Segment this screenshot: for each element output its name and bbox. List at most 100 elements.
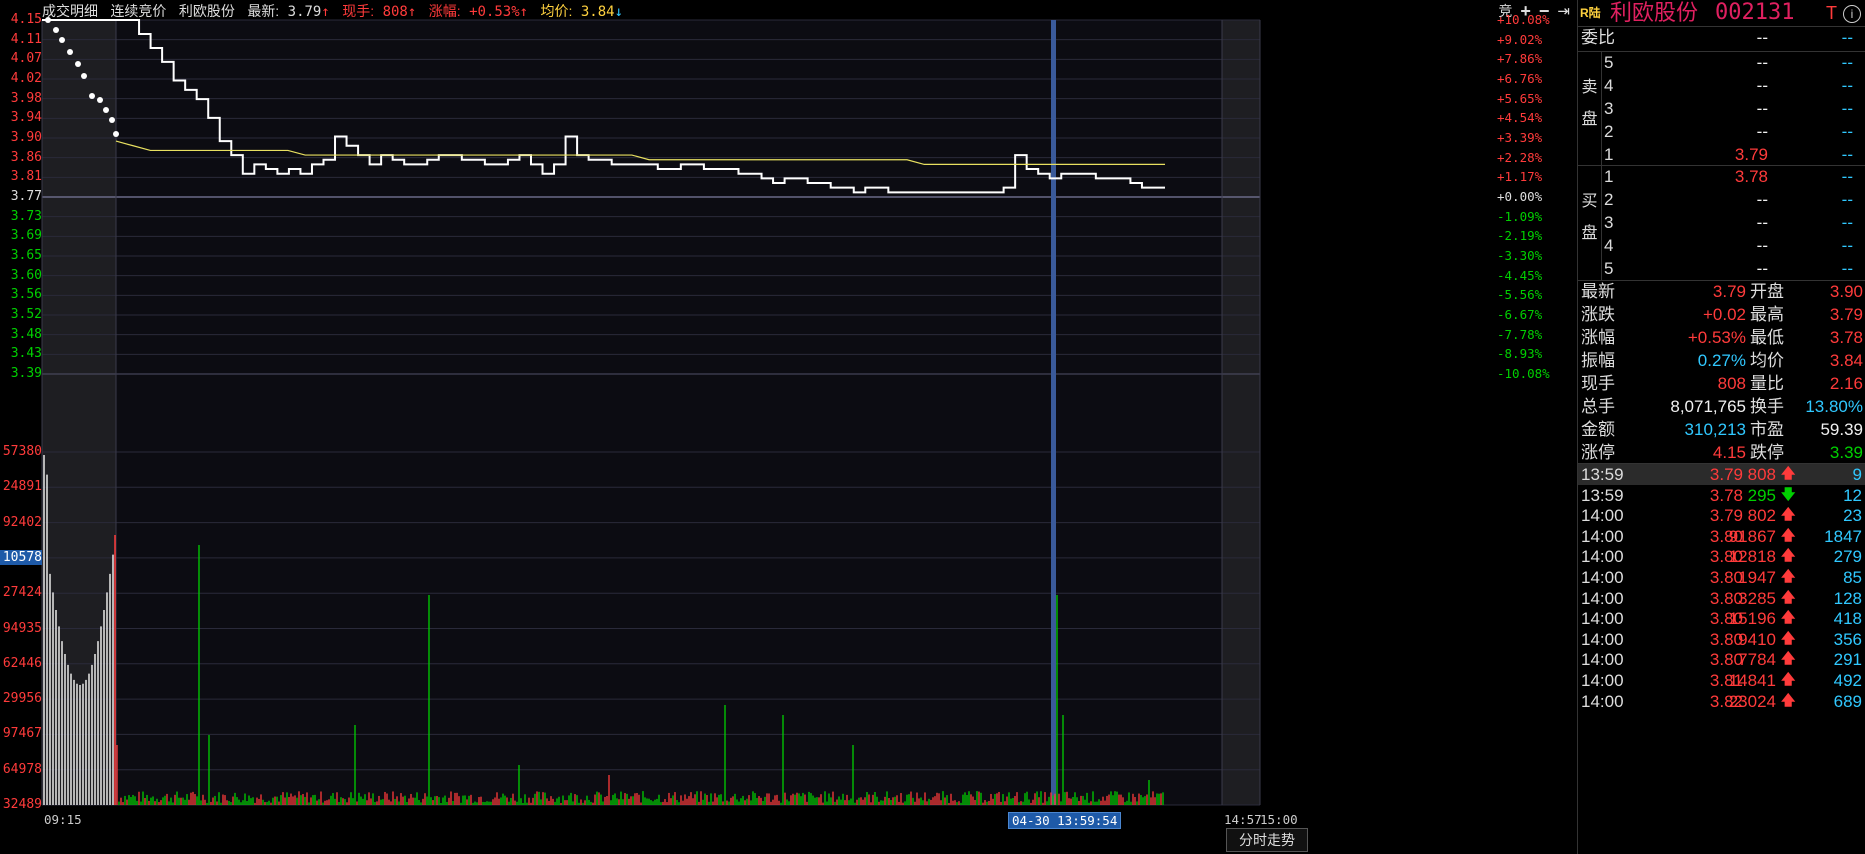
- info-icon[interactable]: i: [1843, 5, 1861, 23]
- buy-level-price: --: [1756, 213, 1768, 232]
- volume-tick-label: 27424: [2, 585, 42, 601]
- trade-volume: 23024: [1728, 691, 1776, 711]
- sell-level-price: --: [1756, 76, 1768, 95]
- price-tick-label: 3.39: [10, 366, 42, 381]
- trade-row[interactable]: 14:00 3.80 12818 🡅 279: [1578, 546, 1865, 567]
- up-arrow-icon: 🡅: [1781, 589, 1796, 606]
- buy-orderbook: 买盘 1 3.78 -- 2 -- -- 3 -- -- 4 -- -- 5 -- --: [1578, 165, 1865, 280]
- intraday-chart-panel[interactable]: 成交明细 连续竞价 利欧股份 最新: 3.79↑ 现手: 808↑ 涨幅: +0…: [0, 0, 1577, 854]
- trade-row[interactable]: 14:00 3.80 15196 🡅 418: [1578, 608, 1865, 629]
- trade-volume: 295: [1747, 485, 1776, 505]
- stat-label: 涨停: [1581, 443, 1615, 462]
- trade-row[interactable]: 14:00 3.80 7784 🡅 291: [1578, 649, 1865, 670]
- volume-tick-label: 29956: [2, 691, 42, 707]
- trade-row[interactable]: 14:00 3.81 14841 🡅 492: [1578, 670, 1865, 691]
- tab-intraday-trend[interactable]: 分时走势: [1226, 828, 1308, 852]
- price-tick-label: 3.52: [10, 307, 42, 322]
- trade-row[interactable]: 14:00 3.80 91867 🡅 1847: [1578, 526, 1865, 547]
- trade-row[interactable]: 14:00 3.80 9410 🡅 356: [1578, 629, 1865, 650]
- trade-time: 14:00: [1581, 691, 1624, 711]
- volume-tick-label: 57380: [2, 444, 42, 459]
- sell-level-number: 2: [1604, 122, 1614, 141]
- tick-trades-list[interactable]: 13:59 3.79 808 🡅 9 13:59 3.78 295 🡇 12 14:00 3.79 80…: [1578, 464, 1865, 854]
- percent-tick-label: +7.86%: [1497, 51, 1543, 67]
- buy-level-volume: --: [1841, 190, 1853, 209]
- trade-row[interactable]: 14:00 3.79 802 🡅 23: [1578, 505, 1865, 526]
- price-tick-label: 3.90: [10, 130, 42, 145]
- trade-time: 14:00: [1581, 609, 1624, 629]
- weibi-diff: --: [1841, 28, 1853, 47]
- percent-tick-label: +5.65%: [1497, 90, 1543, 106]
- buy-level-volume: --: [1841, 236, 1853, 255]
- auction-dot: [89, 93, 95, 99]
- stat-label: 总手: [1581, 397, 1615, 416]
- up-arrow-icon: 🡅: [1781, 610, 1796, 627]
- volume-tick-label: 94935: [2, 620, 42, 636]
- quote-side-panel: R陆 利欧股份 002131 T i 委比 -- -- 卖盘 5 -- -- 4 -- --…: [1577, 0, 1865, 854]
- trade-volume: 91867: [1728, 526, 1776, 546]
- sell-orderbook: 卖盘 5 -- -- 4 -- -- 3 -- -- 2 -- -- 1 3.79 --: [1578, 51, 1865, 166]
- buy-level-price: 3.78: [1734, 167, 1768, 186]
- buy-level-price: --: [1756, 259, 1768, 278]
- auction-dot: [113, 131, 119, 137]
- percent-tick-label: -7.78%: [1497, 326, 1543, 342]
- time-start-label: 09:15: [44, 812, 82, 827]
- up-arrow-icon: ↑: [407, 4, 417, 20]
- sell-level-volume: --: [1841, 145, 1853, 164]
- price-tick-label: 3.86: [10, 149, 42, 165]
- price-tick-label: 3.77: [10, 189, 42, 204]
- buy-level-number: 3: [1604, 213, 1614, 232]
- r-market-badge: R陆: [1580, 6, 1601, 20]
- percent-tick-label: -5.56%: [1497, 287, 1543, 303]
- trade-time: 14:00: [1581, 547, 1624, 567]
- percent-tick-label: +4.54%: [1497, 110, 1543, 126]
- percent-tick-label: -6.67%: [1497, 307, 1543, 322]
- stat-value: 808: [1717, 374, 1746, 393]
- tab-trade-detail[interactable]: 成交明细: [42, 3, 98, 19]
- trade-row[interactable]: 13:59 3.78 295 🡇 12: [1578, 485, 1865, 506]
- stat-label: 涨跌: [1581, 305, 1615, 324]
- trade-time: 14:00: [1581, 506, 1624, 526]
- trade-time: 14:00: [1581, 629, 1624, 649]
- stock-name-label: 利欧股份: [178, 3, 235, 19]
- intraday-chart[interactable]: [0, 0, 1577, 854]
- trade-count: 85: [1843, 568, 1862, 587]
- up-arrow-icon: 🡅: [1781, 569, 1796, 585]
- percent-tick-label: -3.30%: [1497, 248, 1543, 263]
- trade-count: 12: [1843, 485, 1862, 505]
- up-arrow-icon: 🡅: [1781, 466, 1796, 482]
- stock-name: 利欧股份: [1610, 0, 1699, 25]
- percent-tick-label: -10.08%: [1497, 366, 1550, 381]
- stat-label: 最新: [1581, 282, 1615, 301]
- buy-level-row: 2 -- --: [1578, 188, 1865, 211]
- up-arrow-icon: 🡅: [1781, 507, 1796, 524]
- trade-volume: 808: [1747, 465, 1776, 484]
- percent-tick-label: +6.76%: [1497, 71, 1543, 86]
- buy-level-price: --: [1756, 236, 1768, 255]
- tab-continuous-auction[interactable]: 连续竞价: [110, 3, 166, 19]
- percent-tick-label: +2.28%: [1497, 149, 1543, 165]
- price-tick-label: 4.11: [10, 31, 42, 47]
- price-tick-label: 3.48: [10, 326, 42, 342]
- sell-level-price: --: [1756, 53, 1768, 72]
- sell-level-volume: --: [1841, 99, 1853, 118]
- stats-row: 涨跌 +0.02 最高 3.79: [1578, 303, 1865, 326]
- auction-dot: [97, 97, 103, 103]
- trade-count: 356: [1833, 629, 1862, 649]
- weibi-value: --: [1756, 28, 1768, 47]
- trade-row[interactable]: 14:00 3.80 1947 🡅 85: [1578, 567, 1865, 588]
- buy-level-number: 1: [1604, 167, 1614, 186]
- buy-level-row: 4 -- --: [1578, 234, 1865, 257]
- trade-count: 128: [1833, 588, 1862, 608]
- latest-label: 最新:: [247, 3, 280, 19]
- percent-tick-label: +10.08%: [1497, 12, 1550, 27]
- price-tick-label: 4.15: [10, 12, 42, 27]
- trade-time: 14:00: [1581, 671, 1624, 690]
- percent-tick-label: +1.17%: [1497, 169, 1543, 185]
- trade-volume: 14841: [1728, 671, 1776, 690]
- trade-row[interactable]: 13:59 3.79 808 🡅 9: [1578, 464, 1865, 485]
- trade-count: 9: [1852, 465, 1862, 484]
- trade-row[interactable]: 14:00 3.82 23024 🡅 689: [1578, 691, 1865, 712]
- trade-volume: 1947: [1738, 568, 1776, 587]
- trade-row[interactable]: 14:00 3.80 3285 🡅 128: [1578, 588, 1865, 609]
